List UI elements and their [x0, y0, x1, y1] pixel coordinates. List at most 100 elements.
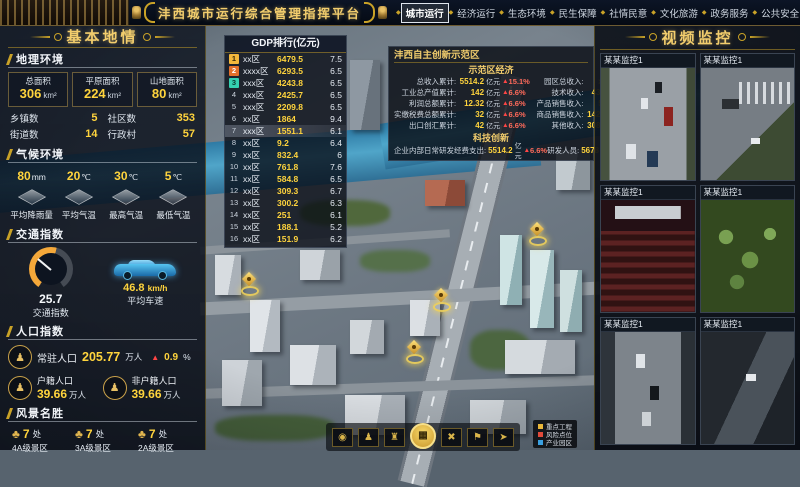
average-speed-stat: 46.8 km/h 平均车速 [114, 260, 176, 307]
tools-icon[interactable]: ✖ [441, 428, 462, 447]
video-grid: 某某监控1 某某监控1 某某监控1 某某监控1 某某监控1 [600, 53, 795, 445]
title-flourish [625, 36, 645, 38]
section-traffic: 交通指数 [8, 226, 197, 243]
rank-badge: 16 [229, 234, 239, 244]
video-feed-image [601, 332, 695, 444]
population-substats: ♟ 户籍人口 39.66万人 ♟ 非户籍人口 39.66万人 [8, 374, 197, 401]
video-feed-tile[interactable]: 某某监控1 [600, 185, 696, 313]
gdp-row[interactable]: 11 xx区 584.8 6.5 [225, 173, 346, 185]
rank-badge: 9 [229, 150, 239, 160]
title-bracket-left [144, 2, 155, 23]
rank-badge: 13 [229, 198, 239, 208]
camera-icon[interactable]: ◉ [332, 428, 353, 447]
gdp-row[interactable]: 3 xxx区 4243.8 6.5 [225, 77, 346, 89]
traffic-index-gauge: 25.7 交通指数 [29, 247, 73, 319]
gdp-ranking-panel: GDP排行(亿元) 1 xx区 6479.5 7.5 2 xxxx区 6293.… [224, 35, 347, 248]
rank-badge: 11 [229, 174, 239, 184]
pin-dot [247, 277, 251, 281]
nav-item[interactable]: 公共安全 [757, 4, 800, 22]
car-icon [114, 260, 176, 280]
gdp-row[interactable]: 4 xxx区 2425.7 6.5 [225, 89, 346, 101]
nav-item[interactable]: 民生保障 [555, 4, 601, 22]
building-icon[interactable]: ▦ [410, 423, 436, 449]
title-flourish [143, 33, 151, 41]
nav-item[interactable]: 文化旅游 [656, 4, 702, 22]
gdp-row[interactable]: 9 xx区 832.4 6 [225, 149, 346, 161]
tree-icon: ♣ [12, 427, 20, 441]
diamond-platform-icon [159, 189, 187, 205]
diamond-platform-icon [112, 189, 140, 205]
climate-stat: 5℃ 最低气温 [150, 167, 197, 221]
rank-badge: 3 [229, 78, 239, 88]
flag-icon[interactable]: ⚑ [467, 428, 488, 447]
nav-item[interactable]: 城市运行 [401, 3, 449, 23]
area-stat-box: 平原面积 224km² [72, 72, 132, 107]
rank-badge: 14 [229, 210, 239, 220]
title-bracket-right [364, 2, 375, 23]
climate-stat: 30℃ 最高气温 [103, 167, 150, 221]
person-icon[interactable]: ♟ [358, 428, 379, 447]
map-pin-icon[interactable] [240, 272, 258, 296]
video-feed-image [601, 68, 695, 180]
tech-stats: 企业内部日常研发经费支出: 5514.2 亿元 ▲ 6.6% 研发人员: 567… [394, 145, 588, 156]
basic-info-panel: 基本地情 地理环境 总面积 306km² 平原面积 224km² 山地面积 80… [0, 25, 206, 450]
gdp-row[interactable]: 14 xx区 251 6.1 [225, 209, 346, 221]
innovation-zone-panel: 沣西自主创新示范区 示范区经济 总收入累计: 5514.2 亿元 ▲ 15.1%… [388, 46, 594, 161]
legend-swatch-icon [538, 440, 543, 445]
rank-badge: 7 [229, 126, 239, 136]
section-marker [6, 326, 13, 337]
pin-glow-ring [529, 236, 547, 246]
main-nav: ◆ 城市运行 ◆ 经济运行 ◆ 生态环境 ◆ 民生保障 ◆ 社情民意 ◆ 文化旅… [390, 3, 800, 23]
map-toolbar: ◉ ♟ ♜ ▦ ✖ ⚑ ➤ [326, 423, 520, 451]
officer-icon[interactable]: ♜ [384, 428, 405, 447]
gdp-row[interactable]: 2 xxxx区 6293.5 6.5 [225, 65, 346, 77]
gdp-row[interactable]: 13 xx区 300.2 6.3 [225, 197, 346, 209]
top-header: 沣西城市运行综合管理指挥平台 ◆ 城市运行 ◆ 经济运行 ◆ 生态环境 ◆ 民生… [0, 0, 800, 26]
gdp-row[interactable]: 1 xx区 6479.5 7.5 [225, 53, 346, 65]
legend-item[interactable]: 产业园区 [538, 438, 572, 446]
nav-item[interactable]: 生态环境 [504, 4, 550, 22]
gdp-panel-title: GDP排行(亿元) [225, 36, 346, 53]
lion-statue-icon [132, 6, 141, 19]
resident-population-stat: ♟ 常驻人口 205.77 万人 ▲ 0.9 % [8, 345, 197, 369]
video-feed-image [701, 332, 795, 444]
camera-label: 某某监控1 [701, 186, 795, 200]
gdp-row[interactable]: 5 xxx区 2209.8 6.5 [225, 101, 346, 113]
admin-counts: 乡镇数 5 社区数 353 街道数 14 行政村 57 [8, 111, 197, 141]
pin-glow-ring [241, 286, 259, 296]
video-feed-tile[interactable]: 某某监控1 [700, 317, 796, 445]
section-population: 人口指数 [8, 323, 197, 340]
area-stat-box: 总面积 306km² [8, 72, 68, 107]
count-stat: 乡镇数 5 [8, 111, 100, 125]
gdp-row[interactable]: 7 xxx区 1551.1 6.1 [225, 125, 346, 137]
video-feed-tile[interactable]: 某某监控1 [700, 185, 796, 313]
map-pin-icon[interactable] [405, 340, 423, 364]
nav-item[interactable]: 社情民意 [605, 4, 651, 22]
camera-label: 某某监控1 [601, 54, 695, 68]
gdp-row[interactable]: 6 xx区 1864 9.4 [225, 113, 346, 125]
nav-item[interactable]: 政务服务 [706, 4, 752, 22]
video-feed-image [701, 68, 795, 180]
camera-label: 某某监控1 [701, 318, 795, 332]
video-feed-tile[interactable]: 某某监控1 [600, 317, 696, 445]
pin-glow-ring [406, 354, 424, 364]
compass-icon[interactable]: ➤ [493, 428, 514, 447]
tech-subtitle: 科技创新 [394, 132, 588, 144]
rank-badge: 4 [229, 90, 239, 100]
video-feed-tile[interactable]: 某某监控1 [600, 53, 696, 181]
gdp-row[interactable]: 10 xx区 761.8 7.6 [225, 161, 346, 173]
video-feed-tile[interactable]: 某某监控1 [700, 53, 796, 181]
gdp-row[interactable]: 15 xx区 188.1 5.2 [225, 221, 346, 233]
rank-badge: 1 [229, 54, 239, 64]
gdp-row[interactable]: 8 xx区 9.2 6.4 [225, 137, 346, 149]
gdp-row[interactable]: 12 xx区 309.3 6.7 [225, 185, 346, 197]
economy-stat: 工业总产值累计: 142 亿元 ▲ 6.6% [394, 87, 533, 98]
gdp-row[interactable]: 16 xx区 151.9 6.2 [225, 233, 346, 245]
economy-stat: 实缴税费总额累计: 32 亿元 ▲ 6.6% [394, 109, 533, 120]
legend-swatch-icon [538, 432, 543, 437]
map-pin-icon[interactable] [528, 222, 546, 246]
nav-item[interactable]: 经济运行 [453, 4, 499, 22]
rank-badge: 8 [229, 138, 239, 148]
map-pin-icon[interactable] [432, 288, 450, 312]
pin-dot [412, 345, 416, 349]
